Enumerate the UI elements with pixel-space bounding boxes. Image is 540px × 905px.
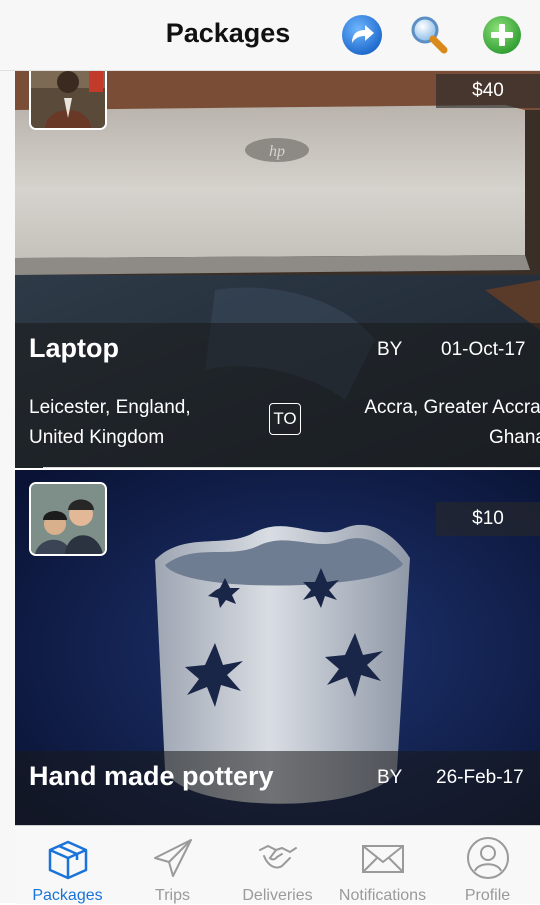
package-title: Hand made pottery <box>29 761 274 791</box>
tab-label: Packages <box>32 887 103 904</box>
tab-label: Deliveries <box>242 887 313 904</box>
tab-bar: Packages Trips Deliveries Notifications … <box>15 825 540 904</box>
handshake-icon <box>259 844 297 869</box>
add-package-button[interactable] <box>480 13 524 57</box>
to-badge: TO <box>269 403 301 435</box>
origin-location: Leicester, England, United Kingdom <box>29 397 191 448</box>
tab-label: Trips <box>155 887 190 904</box>
tab-trips[interactable]: Trips <box>120 826 225 904</box>
magnifier-icon <box>411 16 448 54</box>
price-tag: $10 <box>436 502 540 536</box>
tab-profile[interactable]: Profile <box>435 826 540 904</box>
tab-notifications[interactable]: Notifications <box>330 826 435 904</box>
page-title: Packages <box>165 18 291 48</box>
search-button[interactable] <box>408 13 452 57</box>
package-info-overlay: Hand made pottery BY 26-Feb-17 <box>15 751 540 825</box>
left-edge-strip <box>0 0 15 903</box>
envelope-icon <box>362 845 404 873</box>
card-divider <box>43 467 540 468</box>
package-info-overlay: Laptop BY 01-Oct-17 Leicester, England, … <box>15 323 540 468</box>
destination-line-2: Ghana <box>488 427 540 448</box>
sender-avatar[interactable] <box>29 482 107 556</box>
tab-packages[interactable]: Packages <box>15 826 120 904</box>
by-label: BY <box>377 339 403 360</box>
share-button[interactable] <box>340 13 384 57</box>
package-title: Laptop <box>29 333 119 363</box>
sender-avatar[interactable] <box>29 70 107 130</box>
navigation-bar: Packages <box>0 0 540 71</box>
packages-feed[interactable]: hp $40 Laptop BY 01-Oct-17 Leicester, En… <box>15 70 540 825</box>
package-box-icon <box>48 840 88 880</box>
tab-label: Notifications <box>338 887 427 904</box>
tab-label: Profile <box>464 887 511 904</box>
svg-text:hp: hp <box>269 143 285 160</box>
destination-location: Accra, Greater Accra, Ghana <box>316 393 540 453</box>
delivery-date: 26-Feb-17 <box>436 767 524 788</box>
package-card[interactable]: $10 Hand made pottery BY 26-Feb-17 <box>15 470 540 825</box>
person-icon <box>467 837 509 879</box>
add-plus-icon <box>483 16 521 54</box>
tab-deliveries[interactable]: Deliveries <box>225 826 330 904</box>
by-label: BY <box>377 767 403 788</box>
paper-plane-icon <box>154 839 192 877</box>
destination-line-1: Accra, Greater Accra, <box>364 397 540 418</box>
package-card[interactable]: hp $40 Laptop BY 01-Oct-17 Leicester, En… <box>15 70 540 468</box>
share-arrow-icon <box>342 15 382 55</box>
price-tag: $40 <box>436 74 540 108</box>
delivery-date: 01-Oct-17 <box>441 339 526 360</box>
